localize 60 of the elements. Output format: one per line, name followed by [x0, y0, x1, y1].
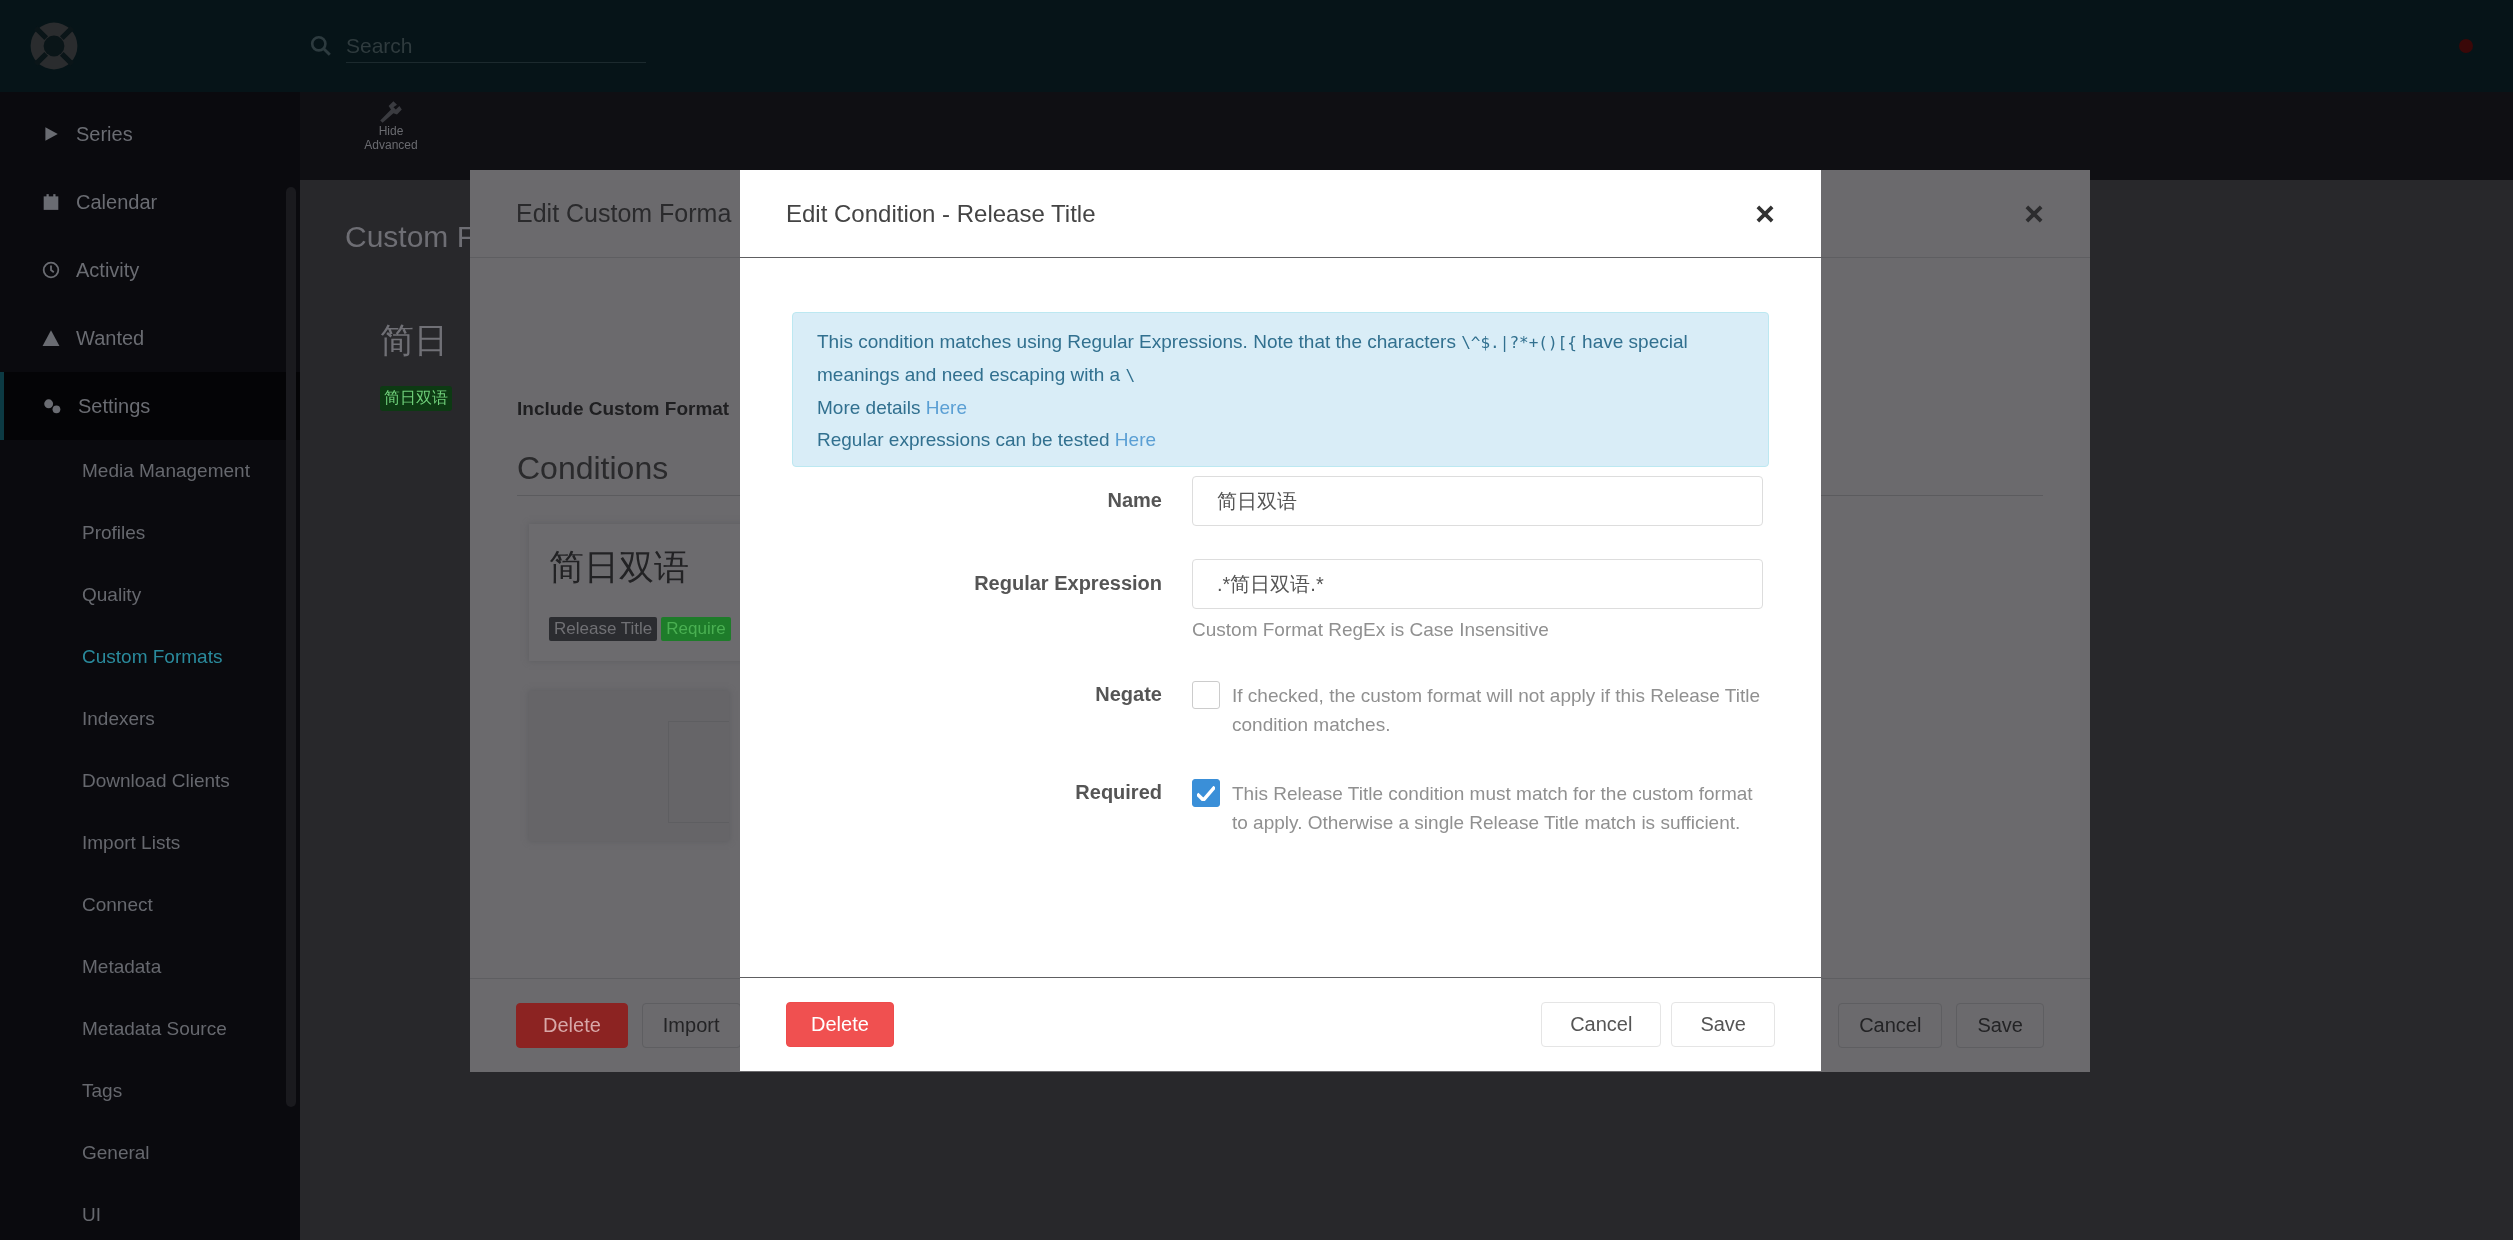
- field-label: Regular Expression: [973, 571, 1163, 596]
- sidebar-subitem[interactable]: Media Management: [0, 440, 300, 502]
- sidebar-subitem[interactable]: UI: [0, 1184, 300, 1240]
- sidebar-subitem[interactable]: Metadata: [0, 936, 300, 998]
- help-text: If checked, the custom format will not apply if this Release Title condition matches.: [1232, 684, 1761, 737]
- info-text: This condition matches using Regular Expressions. Note that the characters \^$.|?*+()[{ have special meanings and need escaping with a \: [817, 330, 1689, 387]
- close-icon[interactable]: [1755, 203, 1775, 224]
- wrench-icon: [379, 100, 403, 124]
- play-icon: [42, 125, 60, 143]
- dialog-button[interactable]: Save: [1956, 1003, 2044, 1048]
- sidebar-item[interactable]: Wanted: [0, 304, 300, 372]
- condition-name: 简日双语: [549, 546, 690, 588]
- dialog-button[interactable]: Save: [1671, 1002, 1775, 1047]
- sidebar-item[interactable]: Activity: [0, 236, 300, 304]
- scrollbar[interactable]: [286, 187, 296, 1107]
- sidebar-subitem[interactable]: Download Clients: [0, 750, 300, 812]
- sidebar-subitem[interactable]: Indexers: [0, 688, 300, 750]
- sidebar-item[interactable]: Series: [0, 100, 300, 168]
- sidebar-subitem[interactable]: Metadata Source: [0, 998, 300, 1060]
- dialog-button[interactable]: Cancel: [1541, 1002, 1662, 1047]
- info-text: More details: [817, 397, 921, 418]
- sidebar-item[interactable]: Settings: [0, 372, 300, 440]
- sidebar-subitem[interactable]: Quality: [0, 564, 300, 626]
- field-label: Include Custom Format: [517, 398, 731, 420]
- info-text: Regular expressions can be tested: [817, 429, 1110, 450]
- field-label: Required: [1074, 780, 1163, 805]
- checkbox[interactable]: [1192, 681, 1220, 709]
- field-label: Negate: [1094, 682, 1163, 707]
- help-text: This Release Title condition must match for the custom format to apply. Otherwise a single Release Title match is sufficient.: [1232, 782, 1754, 835]
- sidebar-subitem[interactable]: Import Lists: [0, 812, 300, 874]
- dialog-title: Edit Custom Forma: [516, 199, 732, 228]
- sidebar-subitem[interactable]: General: [0, 1122, 300, 1184]
- checkmark-icon: [1197, 785, 1215, 801]
- logo-icon[interactable]: [28, 20, 80, 72]
- custom-format-card[interactable]: 简日 简日双语: [345, 304, 470, 425]
- help-text: Custom Format RegEx is Case Insensitive: [1192, 619, 1550, 641]
- sidebar-subitem[interactable]: Tags: [0, 1060, 300, 1122]
- tag: 简日双语: [380, 386, 452, 411]
- dialog-button[interactable]: Import: [641, 1003, 741, 1048]
- toolbar-button[interactable]: Hide Advanced: [345, 92, 437, 180]
- card-title: 简日: [380, 320, 449, 361]
- input-field[interactable]: 简日双语: [1192, 476, 1763, 526]
- clock-icon: [42, 261, 60, 279]
- sidebar-subitem[interactable]: Profiles: [0, 502, 300, 564]
- dialog-button[interactable]: Delete: [786, 1002, 894, 1047]
- calendar-icon: [42, 193, 60, 211]
- link[interactable]: Here: [1114, 429, 1157, 450]
- condition-tag: Release Title: [549, 617, 658, 641]
- dialog-button[interactable]: Cancel: [1838, 1003, 1943, 1048]
- sidebar-item[interactable]: Calendar: [0, 168, 300, 236]
- checkbox[interactable]: [1192, 779, 1220, 807]
- input-field[interactable]: .*简日双语.*: [1192, 559, 1763, 609]
- sidebar-subitem[interactable]: Connect: [0, 874, 300, 936]
- search-icon: [310, 35, 332, 57]
- sidebar-subitem[interactable]: Custom Formats: [0, 626, 300, 688]
- link[interactable]: Here: [925, 397, 967, 418]
- dialog-title: Edit Condition - Release Title: [786, 199, 1096, 228]
- warning-icon: [42, 329, 60, 347]
- health-dot[interactable]: [2459, 39, 2473, 53]
- dialog-button[interactable]: Delete: [516, 1003, 628, 1048]
